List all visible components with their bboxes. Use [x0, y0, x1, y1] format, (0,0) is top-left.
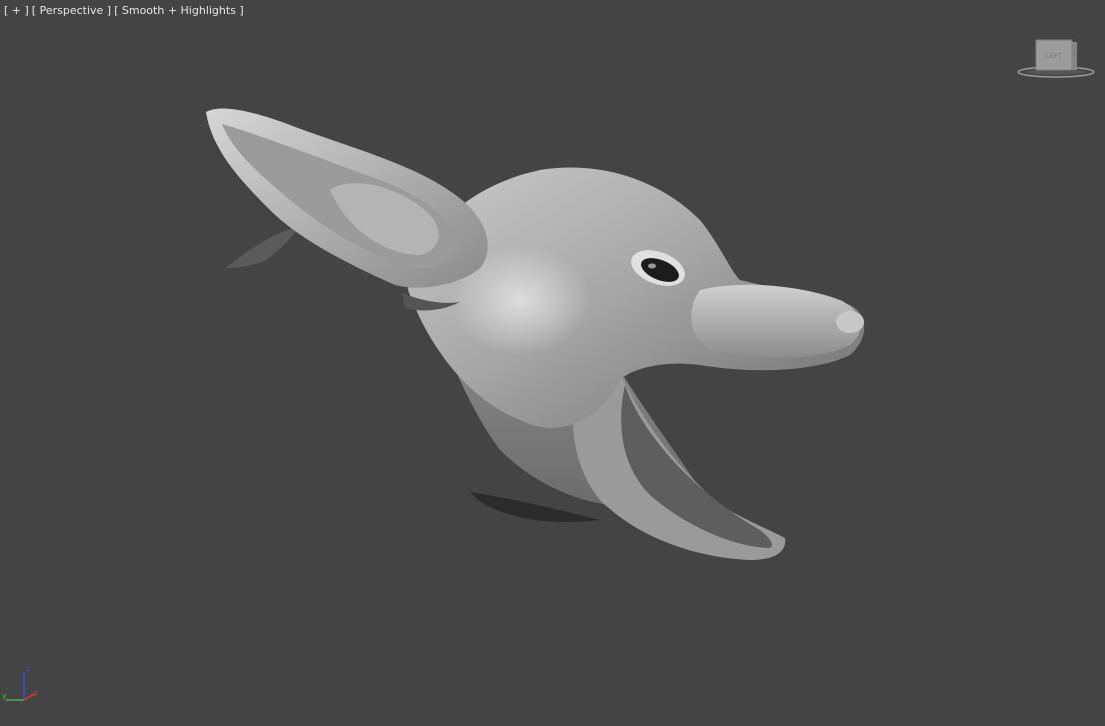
- viewcube[interactable]: LEFT F: [1012, 36, 1098, 82]
- viewcube-side-label: F: [1073, 52, 1077, 60]
- nose-tip: [836, 311, 864, 333]
- viewcube-face-label: LEFT: [1046, 52, 1063, 60]
- x-axis-label: x: [33, 689, 38, 698]
- y-axis-label: y: [2, 691, 7, 700]
- creature-head-model[interactable]: [0, 0, 1105, 726]
- eye-highlight: [648, 263, 656, 269]
- axis-tripod: z y x: [2, 664, 38, 701]
- snout-part: [691, 284, 861, 358]
- z-axis-label: z: [26, 664, 30, 673]
- perspective-viewport[interactable]: [ + ] [ Perspective ] [ Smooth + Highlig…: [0, 0, 1105, 726]
- back-fin-part: [226, 226, 300, 268]
